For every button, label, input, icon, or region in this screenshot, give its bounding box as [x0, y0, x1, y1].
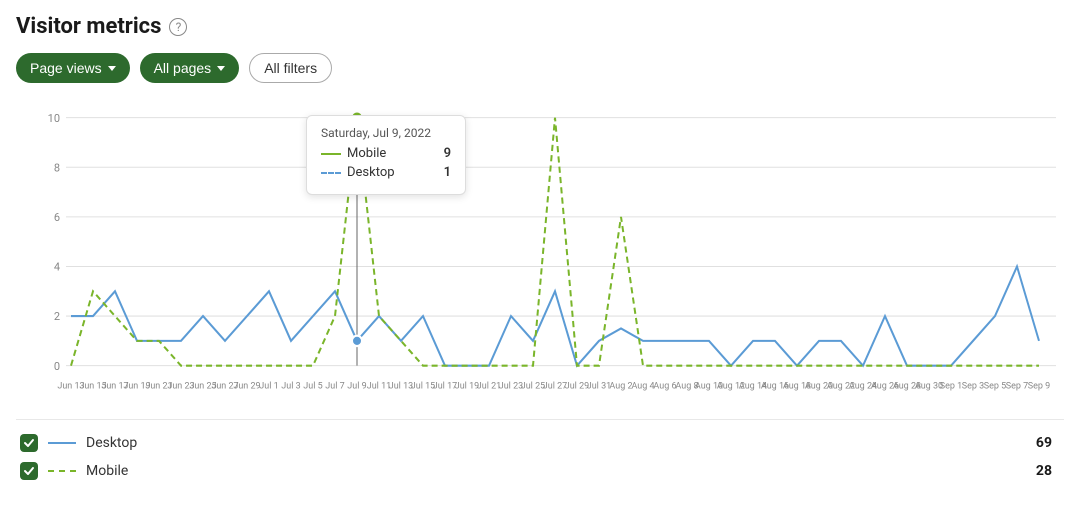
page-title: Visitor metrics [16, 14, 161, 39]
svg-text:Jul 17: Jul 17 [433, 381, 457, 391]
chevron-down-icon [108, 66, 116, 71]
svg-text:Jul 13: Jul 13 [389, 381, 413, 391]
svg-text:Jul 5: Jul 5 [303, 381, 322, 391]
filters-row: Page views All pages All filters [16, 53, 1064, 83]
line-chart: 10 8 6 4 2 0 Jun 13 Jun 15 Jun 17 Jun 19… [16, 97, 1064, 407]
svg-text:Jul 27: Jul 27 [543, 381, 567, 391]
svg-text:Jul 19: Jul 19 [455, 381, 479, 391]
svg-text:Jul 9: Jul 9 [347, 381, 366, 391]
chart-tooltip: Saturday, Jul 9, 2022 Mobile 9 Desktop 1 [306, 115, 466, 195]
mobile-checkbox[interactable] [20, 462, 38, 480]
desktop-checkbox[interactable] [20, 434, 38, 452]
svg-text:8: 8 [54, 161, 60, 174]
mobile-line-indicator [321, 153, 341, 155]
svg-text:Aug 2: Aug 2 [609, 381, 632, 391]
svg-text:Jul 15: Jul 15 [411, 381, 435, 391]
legend-desktop-label: Desktop [86, 435, 1026, 451]
desktop-legend-line [48, 442, 76, 444]
svg-text:6: 6 [54, 211, 60, 224]
desktop-line-indicator [321, 172, 341, 174]
svg-text:Jul 21: Jul 21 [477, 381, 501, 391]
svg-text:10: 10 [48, 112, 60, 125]
svg-text:Jul 3: Jul 3 [281, 381, 300, 391]
legend-mobile-label: Mobile [86, 463, 1026, 479]
svg-text:Jul 1: Jul 1 [259, 381, 278, 391]
tooltip-mobile-row: Mobile 9 [321, 146, 451, 161]
svg-text:Jul 11: Jul 11 [367, 381, 391, 391]
legend-desktop-count: 69 [1036, 435, 1060, 451]
legend-desktop: Desktop 69 [20, 434, 1060, 452]
legend-mobile: Mobile 28 [20, 462, 1060, 480]
tooltip-date: Saturday, Jul 9, 2022 [321, 126, 451, 140]
svg-text:Sep 3: Sep 3 [962, 381, 984, 391]
mobile-legend-line [48, 470, 76, 472]
svg-text:Aug 6: Aug 6 [653, 381, 676, 391]
svg-text:Jul 23: Jul 23 [499, 381, 523, 391]
svg-text:4: 4 [54, 260, 61, 273]
chart-area: Saturday, Jul 9, 2022 Mobile 9 Desktop 1 [16, 97, 1064, 407]
svg-text:Sep 9: Sep 9 [1028, 381, 1050, 391]
tooltip-desktop-row: Desktop 1 [321, 165, 451, 180]
svg-text:0: 0 [54, 360, 60, 373]
tooltip-desktop-value: 1 [444, 165, 451, 180]
svg-text:Jul 25: Jul 25 [521, 381, 545, 391]
svg-text:Aug 4: Aug 4 [631, 381, 654, 391]
svg-text:2: 2 [54, 310, 60, 323]
svg-text:Sep 7: Sep 7 [1006, 381, 1028, 391]
svg-text:Jul 29: Jul 29 [565, 381, 589, 391]
svg-text:Jul 7: Jul 7 [325, 381, 344, 391]
help-icon[interactable]: ? [169, 18, 187, 36]
svg-text:Sep 5: Sep 5 [984, 381, 1006, 391]
svg-text:Sep 1: Sep 1 [940, 381, 962, 391]
svg-text:Jun 29: Jun 29 [233, 381, 260, 391]
page-views-button[interactable]: Page views [16, 53, 130, 83]
all-pages-button[interactable]: All pages [140, 53, 240, 83]
tooltip-mobile-value: 9 [444, 146, 451, 161]
chevron-down-icon [217, 66, 225, 71]
all-filters-button[interactable]: All filters [249, 53, 332, 83]
svg-text:Jul 31: Jul 31 [587, 381, 611, 391]
legend-area: Desktop 69 Mobile 28 [16, 419, 1064, 480]
legend-mobile-count: 28 [1036, 463, 1060, 479]
